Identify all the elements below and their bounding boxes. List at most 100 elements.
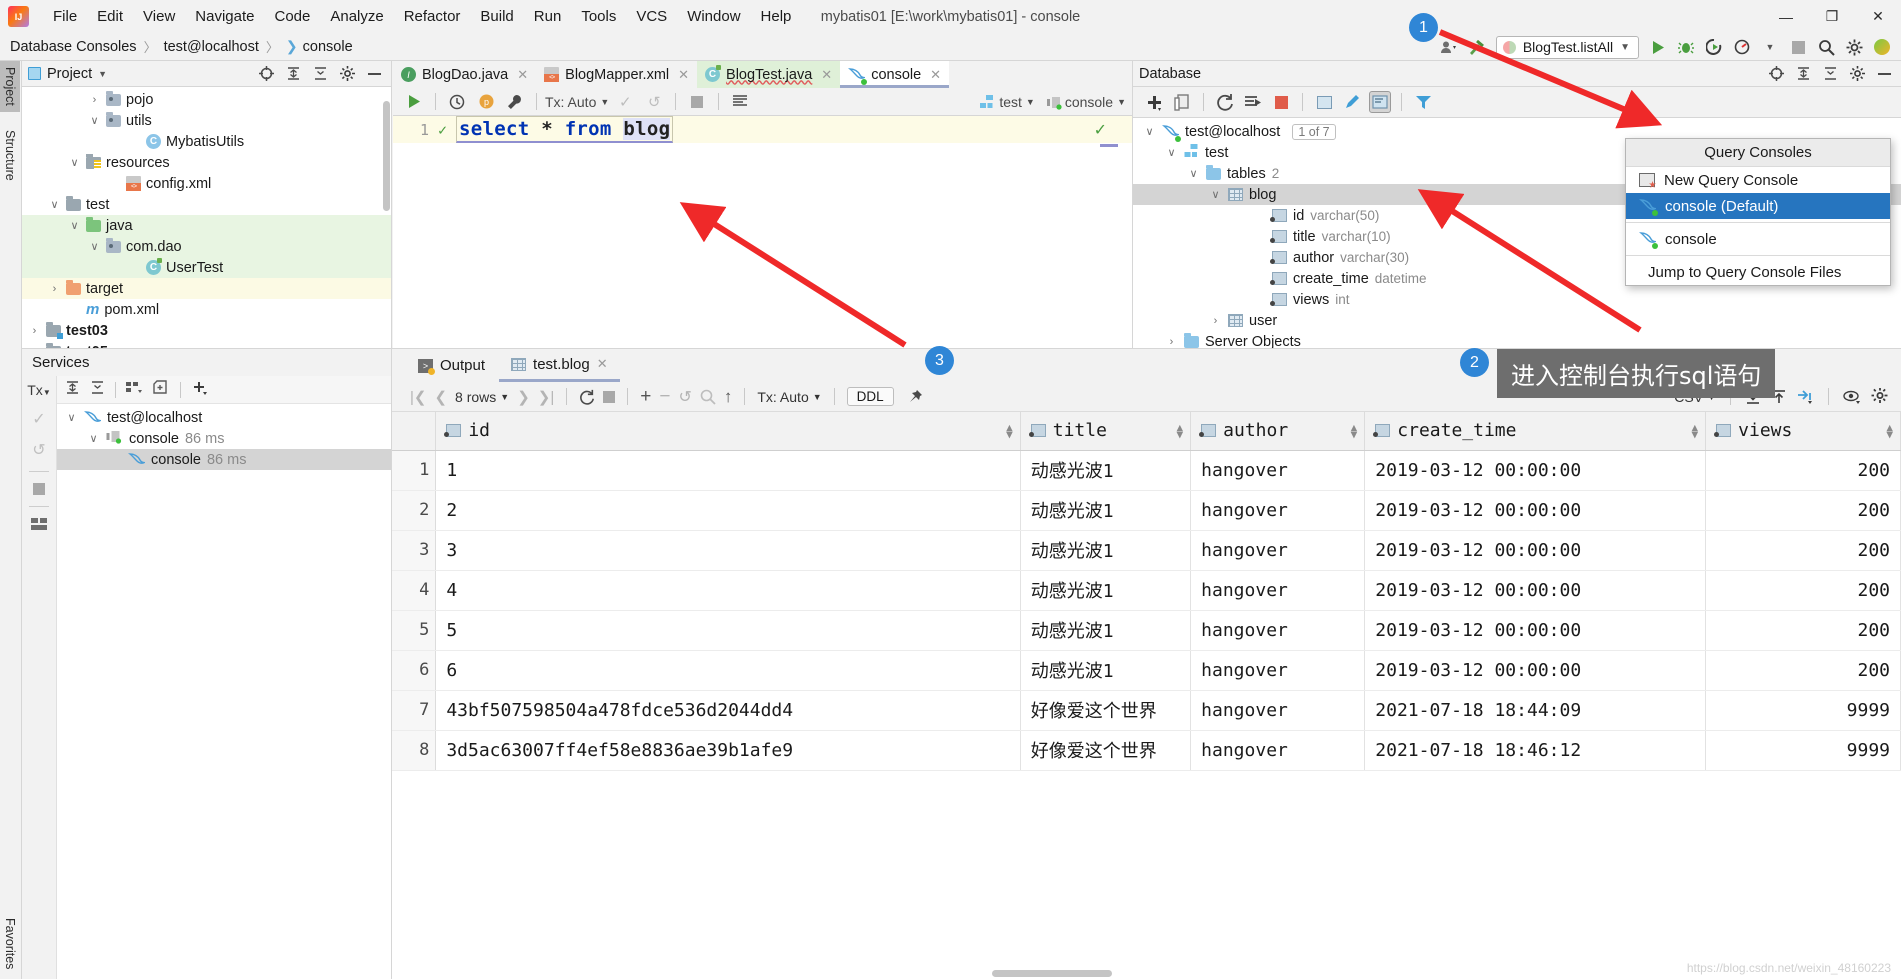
cell-author[interactable]: hangover	[1190, 570, 1366, 611]
menu-bar[interactable]: File Edit View Navigate Code Analyze Ref…	[43, 5, 801, 28]
prev-page-icon[interactable]: ❮	[434, 388, 447, 406]
cell-create_time[interactable]: 2019-03-12 00:00:00	[1364, 530, 1707, 571]
tree-toggle-icon[interactable]: ∨	[1187, 167, 1200, 180]
project-settings-gear-icon[interactable]	[334, 62, 360, 86]
menu-item-file[interactable]: File	[43, 5, 87, 28]
close-icon[interactable]: ✕	[930, 67, 941, 83]
project-panel-title[interactable]: Project ▼	[28, 66, 107, 82]
service-tree-node[interactable]: console 86 ms	[57, 449, 391, 470]
project-tree-node[interactable]: ∨ com.dao	[22, 236, 391, 257]
submit-icon[interactable]: ↑	[724, 387, 733, 407]
stop-icon[interactable]	[1270, 91, 1292, 113]
layout-icon[interactable]	[31, 518, 47, 535]
services-tree[interactable]: ∨ test@localhost ∨ console 86 ms console 86 ms	[57, 404, 391, 470]
run-button[interactable]	[1645, 35, 1671, 59]
add-row-icon[interactable]: +	[640, 386, 651, 408]
cell-title[interactable]: 动感光波1	[1020, 530, 1192, 571]
tree-toggle-icon[interactable]: ›	[28, 325, 41, 337]
tree-toggle-icon[interactable]: ∨	[65, 411, 78, 424]
execute-button[interactable]	[401, 90, 427, 114]
collapse-all-icon[interactable]	[1817, 62, 1843, 86]
commit-icon[interactable]: ✓	[612, 90, 638, 114]
project-tree-node[interactable]: m pom.xml	[22, 299, 391, 320]
tree-toggle-icon[interactable]: ›	[88, 94, 101, 106]
cell-author[interactable]: hangover	[1190, 690, 1366, 731]
cell-views[interactable]: 200	[1705, 450, 1901, 491]
menu-item-help[interactable]: Help	[751, 5, 802, 28]
tree-toggle-icon[interactable]: ∨	[68, 219, 81, 232]
user-settings-icon[interactable]	[1436, 35, 1462, 59]
settings-gear-icon[interactable]	[1841, 35, 1867, 59]
table-row[interactable]: 5 5 动感光波1 hangover 2019-03-12 00:00:00 200	[392, 610, 1901, 651]
cell-create_time[interactable]: 2019-03-12 00:00:00	[1364, 570, 1707, 611]
menu-item-analyze[interactable]: Analyze	[320, 5, 393, 28]
debug-button[interactable]	[1673, 35, 1699, 59]
cell-create_time[interactable]: 2019-03-12 00:00:00	[1364, 650, 1707, 691]
revert-changes-icon[interactable]: ↺	[678, 387, 691, 407]
copy-datasource-icon[interactable]	[1171, 91, 1193, 113]
cell-title[interactable]: 动感光波1	[1020, 450, 1192, 491]
reload-page-icon[interactable]	[579, 389, 595, 405]
cell-views[interactable]: 9999	[1705, 690, 1901, 731]
sort-indicator-icon[interactable]: ▲ ▼	[1006, 422, 1013, 440]
hide-panel-icon[interactable]	[361, 62, 387, 86]
search-everywhere-icon[interactable]	[1813, 35, 1839, 59]
stripe-button-structure[interactable]: Structure	[0, 124, 20, 187]
results-horizontal-scrollbar[interactable]	[992, 970, 1112, 977]
tree-toggle-icon[interactable]: ∨	[48, 198, 61, 211]
table-row[interactable]: 4 4 动感光波1 hangover 2019-03-12 00:00:00 200	[392, 570, 1901, 611]
expand-all-icon[interactable]	[65, 380, 80, 399]
cell-title[interactable]: 动感光波1	[1020, 650, 1192, 691]
parameters-icon[interactable]: p	[473, 90, 499, 114]
output-format-selector[interactable]: CSV ▼	[1674, 389, 1716, 405]
code-editor[interactable]: 1 ✓ select * from blog ✓	[393, 116, 1132, 348]
view-options-eye-icon[interactable]	[1843, 390, 1861, 404]
tx-dropdown[interactable]: Tx▼	[27, 382, 50, 398]
cell-author[interactable]: hangover	[1190, 610, 1366, 651]
query-console-icon[interactable]	[1369, 91, 1391, 113]
menu-item-navigate[interactable]: Navigate	[185, 5, 264, 28]
project-tree-node[interactable]: config.xml	[22, 173, 391, 194]
sort-indicator-icon[interactable]: ▲ ▼	[1177, 422, 1184, 440]
database-tree-node[interactable]: views int	[1133, 289, 1901, 310]
collapse-all-icon[interactable]	[307, 62, 333, 86]
tree-toggle-icon[interactable]: ∨	[1143, 125, 1156, 138]
cell-create_time[interactable]: 2021-07-18 18:44:09	[1364, 690, 1707, 731]
scroll-from-source-icon[interactable]	[1763, 62, 1789, 86]
expand-all-icon[interactable]	[280, 62, 306, 86]
delete-row-icon[interactable]: −	[659, 386, 670, 408]
data-editor-icon[interactable]	[1313, 91, 1335, 113]
grid-transaction-selector[interactable]: Tx: Auto ▼	[757, 389, 821, 405]
tree-toggle-icon[interactable]: ∨	[1209, 188, 1222, 201]
filter-funnel-icon[interactable]	[1412, 91, 1434, 113]
history-clock-icon[interactable]	[444, 90, 470, 114]
project-scrollbar[interactable]	[383, 101, 390, 211]
stop-icon[interactable]	[33, 483, 45, 495]
refresh-icon[interactable]	[1214, 91, 1236, 113]
session-selector[interactable]: console ▼	[1046, 94, 1126, 110]
cell-views[interactable]: 9999	[1705, 730, 1901, 771]
cell-id[interactable]: 5	[435, 610, 1021, 651]
cell-id[interactable]: 3	[435, 530, 1021, 571]
breadcrumb-console[interactable]: ❯ console	[286, 38, 353, 55]
sql-statement[interactable]: select * from blog	[456, 116, 674, 143]
sort-indicator-icon[interactable]: ▲ ▼	[1692, 422, 1699, 440]
schema-count-badge[interactable]: 1 of 7	[1292, 123, 1336, 140]
project-tree-node[interactable]: › test03	[22, 320, 391, 341]
cell-author[interactable]: hangover	[1190, 450, 1366, 491]
cell-views[interactable]: 200	[1705, 490, 1901, 531]
tree-toggle-icon[interactable]: ∨	[87, 432, 100, 445]
breadcrumb-test-localhost[interactable]: test@localhost	[164, 39, 259, 55]
rollback-icon[interactable]: ↺	[641, 90, 667, 114]
stop-button[interactable]	[1785, 35, 1811, 59]
menu-item-tools[interactable]: Tools	[571, 5, 626, 28]
column-header[interactable]: author ▲ ▼	[1190, 412, 1366, 451]
results-tab[interactable]: > Output	[406, 349, 497, 382]
close-icon[interactable]: ✕	[517, 67, 528, 83]
cell-create_time[interactable]: 2021-07-18 18:46:12	[1364, 730, 1707, 771]
sort-indicator-icon[interactable]: ▲ ▼	[1886, 422, 1893, 440]
sort-indicator-icon[interactable]: ▲ ▼	[1351, 422, 1358, 440]
cell-author[interactable]: hangover	[1190, 490, 1366, 531]
add-datasource-icon[interactable]	[1143, 91, 1165, 113]
find-icon[interactable]	[700, 389, 716, 405]
